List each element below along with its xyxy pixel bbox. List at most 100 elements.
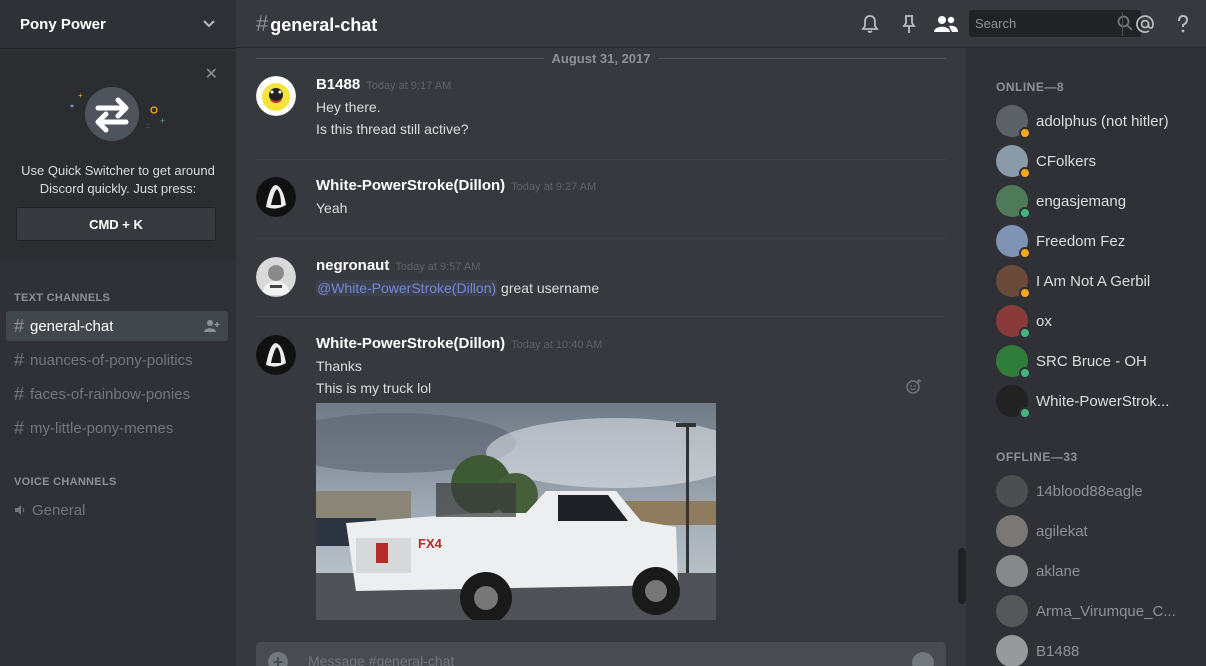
avatar[interactable] — [256, 335, 296, 375]
channel-title-text: general-chat — [270, 14, 378, 35]
status-indicator — [1019, 247, 1031, 259]
avatar — [996, 265, 1031, 299]
avatar — [996, 345, 1031, 379]
channel-sidebar: Pony Power ✕ + + :: Use Quick Switcher t… — [0, 0, 236, 666]
hash-icon: # — [14, 383, 25, 404]
member-item[interactable]: engasjemang — [996, 183, 1196, 219]
member-item[interactable]: White-PowerStrok... — [996, 383, 1196, 419]
avatar — [996, 225, 1031, 259]
avatar — [996, 475, 1028, 507]
channel-label: nuances-of-pony-politics — [30, 351, 193, 369]
channel-nuances-of-pony-politics[interactable]: # nuances-of-pony-politics — [6, 345, 228, 375]
message-separator — [256, 316, 946, 317]
server-header[interactable]: Pony Power — [0, 0, 236, 48]
text-channels-heading[interactable]: TEXT CHANNELS — [14, 292, 110, 304]
status-indicator — [1019, 207, 1031, 219]
message-timestamp: Today at 10:40 AM — [511, 339, 603, 351]
member-item[interactable]: agilekat — [996, 513, 1196, 549]
message-text: Yeah — [316, 200, 348, 216]
channel-header: # general-chat — [236, 0, 1206, 48]
member-name: ox — [1036, 312, 1052, 330]
close-icon[interactable]: ✕ — [205, 64, 218, 84]
channel-title: # general-chat — [256, 11, 377, 37]
member-name: White-PowerStrok... — [1036, 392, 1170, 410]
message-composer[interactable]: + — [256, 642, 946, 666]
members-icon[interactable] — [933, 13, 959, 35]
svg-text:+: + — [160, 116, 165, 126]
channel-label: general-chat — [30, 317, 114, 335]
member-item[interactable]: CFolkers — [996, 143, 1196, 179]
member-name: I Am Not A Gerbil — [1036, 272, 1151, 290]
hash-icon: # — [14, 315, 25, 336]
shortcut-display: CMD + K — [16, 207, 216, 241]
message-timestamp: Today at 9:17 AM — [366, 80, 452, 92]
avatar — [996, 105, 1031, 139]
message-input[interactable] — [308, 650, 888, 666]
status-indicator — [1019, 327, 1031, 339]
speaker-icon — [15, 505, 25, 515]
status-indicator — [1019, 127, 1031, 139]
member-name: aklane — [1036, 562, 1081, 580]
avatar[interactable] — [256, 177, 296, 217]
member-item[interactable]: I Am Not A Gerbil — [996, 263, 1196, 299]
help-icon[interactable] — [1172, 13, 1194, 35]
add-reaction-icon[interactable] — [906, 378, 922, 394]
upload-plus-icon[interactable]: + — [268, 652, 288, 666]
user-mention[interactable]: @White-PowerStroke(Dillon) — [316, 280, 498, 296]
message-timestamp: Today at 9:27 AM — [511, 181, 597, 193]
add-user-icon[interactable] — [204, 319, 220, 333]
message-text: Is this thread still active? — [316, 121, 469, 137]
member-item[interactable]: aklane — [996, 553, 1196, 589]
status-indicator — [1019, 407, 1031, 419]
status-indicator — [1019, 287, 1031, 299]
search-input[interactable] — [969, 10, 1109, 37]
pin-icon[interactable] — [898, 13, 920, 35]
member-name: engasjemang — [1036, 192, 1127, 210]
member-name: Arma_Virumque_C... — [1036, 602, 1176, 620]
voice-channel-general[interactable]: General — [6, 495, 228, 525]
voice-channels-heading[interactable]: VOICE CHANNELS — [14, 476, 117, 488]
channel-my-little-pony-memes[interactable]: # my-little-pony-memes — [6, 413, 228, 443]
svg-text:FX4: FX4 — [418, 536, 443, 551]
member-name: CFolkers — [1036, 152, 1097, 170]
message-author[interactable]: White-PowerStroke(Dillon) Today at 9:27 A… — [316, 177, 596, 194]
hash-icon: # — [14, 417, 25, 438]
message-list[interactable]: August 31, 2017 B1488 Today at 9:17 AM He… — [236, 48, 966, 632]
emoji-icon[interactable] — [912, 652, 934, 666]
svg-text:+: + — [78, 91, 83, 100]
bell-icon[interactable] — [859, 13, 881, 35]
message-author[interactable]: B1488 Today at 9:17 AM — [316, 76, 451, 93]
member-item[interactable]: adolphus (not hitler) — [996, 103, 1196, 139]
member-item[interactable]: Freedom Fez — [996, 223, 1196, 259]
member-item[interactable]: SRC Bruce - OH — [996, 343, 1196, 379]
mention-icon[interactable] — [1134, 13, 1156, 35]
scrollbar-thumb[interactable] — [958, 548, 966, 604]
search-icon — [1117, 15, 1133, 31]
truck-photo[interactable]: FX4 — [316, 403, 716, 620]
channel-general-chat[interactable]: # general-chat — [6, 311, 228, 341]
message-separator — [256, 238, 946, 239]
avatar — [996, 595, 1028, 627]
avatar[interactable] — [256, 257, 296, 297]
message-author[interactable]: negronaut Today at 9:57 AM — [316, 257, 480, 274]
date-label: August 31, 2017 — [543, 51, 659, 66]
switch-arrows-icon: + + :: — [70, 87, 165, 141]
member-item[interactable]: Arma_Virumque_C... — [996, 593, 1196, 629]
online-heading: ONLINE—8 — [996, 80, 1065, 94]
avatar[interactable] — [256, 76, 296, 116]
search-box[interactable] — [969, 10, 1141, 37]
member-item[interactable]: 14blood88eagle — [996, 473, 1196, 509]
message-author[interactable]: White-PowerStroke(Dillon) Today at 10:40 … — [316, 335, 602, 352]
member-name: Freedom Fez — [1036, 232, 1126, 250]
avatar — [996, 515, 1028, 547]
avatar — [996, 185, 1031, 219]
message-text-tail: great username — [497, 280, 600, 296]
svg-text:::: :: — [146, 123, 150, 130]
quick-switcher-tip: ✕ + + :: Use Quick Switcher to get aroun… — [0, 52, 236, 260]
chevron-down-icon[interactable] — [202, 17, 216, 31]
member-item[interactable]: ox — [996, 303, 1196, 339]
channel-faces-of-rainbow-ponies[interactable]: # faces-of-rainbow-ponies — [6, 379, 228, 409]
avatar — [996, 145, 1031, 179]
toolbar-divider — [1122, 12, 1123, 36]
member-item[interactable]: B1488 — [996, 633, 1196, 666]
